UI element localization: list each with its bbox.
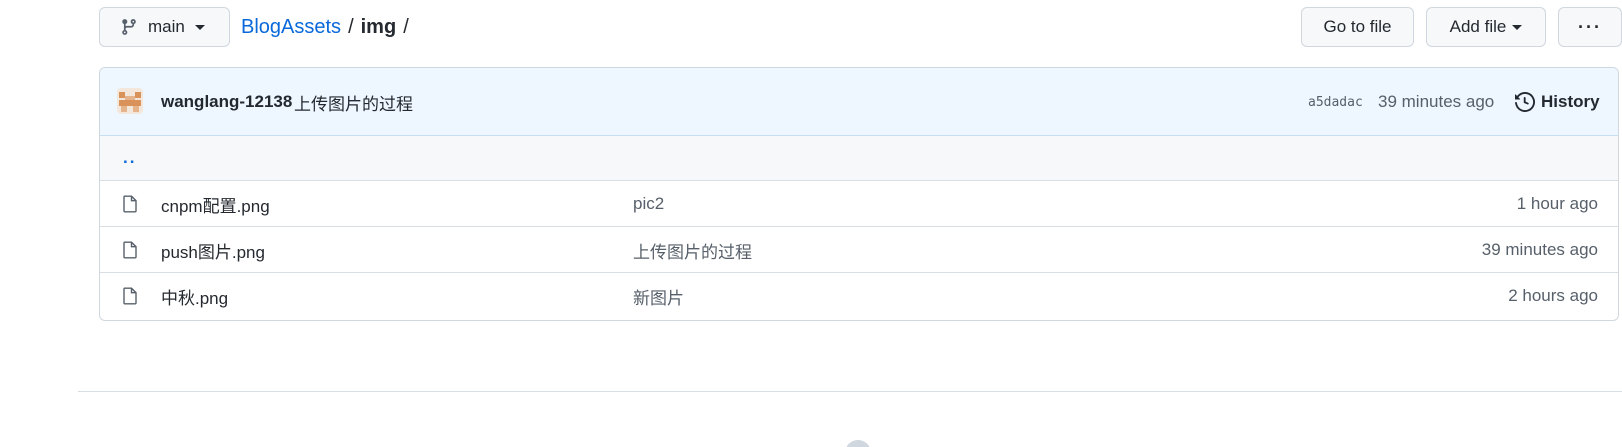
file-age: 2 hours ago [1508, 286, 1598, 305]
commit-sha[interactable]: a5dadac [1308, 68, 1363, 136]
parent-directory-row[interactable]: .. [100, 136, 1618, 181]
breadcrumb: BlogAssets / img / [241, 7, 416, 47]
parent-directory-link[interactable]: .. [123, 148, 136, 168]
file-icon [122, 241, 138, 259]
latest-commit-bar: wanglang-12138 上传图片的过程 a5dadac 39 minute… [100, 68, 1618, 136]
file-age: 39 minutes ago [1481, 240, 1598, 259]
breadcrumb-repo-link[interactable]: BlogAssets [241, 16, 341, 39]
footer-logo-icon[interactable] [845, 440, 871, 447]
breadcrumb-separator: / [348, 15, 354, 38]
commit-message[interactable]: 上传图片的过程 [294, 68, 413, 136]
branch-name: main [148, 17, 185, 36]
commit-author[interactable]: wanglang-12138 [161, 68, 292, 136]
file-commit-message[interactable]: 上传图片的过程 [633, 227, 752, 273]
file-name-link[interactable]: cnpm配置.png [161, 181, 270, 227]
table-row[interactable]: cnpm配置.png pic2 1 hour ago [100, 181, 1618, 227]
file-icon [122, 195, 138, 213]
chevron-down-icon [194, 24, 205, 30]
branch-selector-button[interactable]: main [99, 7, 230, 47]
more-options-button[interactable]: ··· [1558, 7, 1622, 47]
file-name-link[interactable]: push图片.png [161, 227, 265, 273]
file-commit-message[interactable]: 新图片 [633, 273, 684, 319]
file-age: 1 hour ago [1516, 194, 1598, 213]
section-divider [78, 391, 1622, 392]
avatar[interactable] [117, 88, 143, 114]
file-name-link[interactable]: 中秋.png [161, 273, 228, 319]
git-branch-icon [120, 18, 138, 36]
breadcrumb-current-folder: img [360, 15, 397, 38]
commit-time: 39 minutes ago [1378, 92, 1495, 111]
history-label: History [1541, 92, 1600, 111]
file-icon [122, 287, 138, 305]
add-file-button[interactable]: Add file [1426, 7, 1546, 47]
file-navigation: main BlogAssets / img / Go to file Add f… [99, 7, 1622, 47]
go-to-file-button[interactable]: Go to file [1301, 7, 1414, 47]
history-icon [1515, 92, 1535, 112]
table-row[interactable]: push图片.png 上传图片的过程 39 minutes ago [100, 227, 1618, 273]
file-commit-message[interactable]: pic2 [633, 181, 664, 227]
breadcrumb-separator: / [403, 15, 409, 38]
file-list-box: wanglang-12138 上传图片的过程 a5dadac 39 minute… [99, 67, 1619, 321]
table-row[interactable]: 中秋.png 新图片 2 hours ago [100, 273, 1618, 319]
history-link[interactable]: History [1515, 68, 1600, 136]
add-file-label: Add file [1449, 17, 1507, 36]
chevron-down-icon [1512, 24, 1523, 30]
